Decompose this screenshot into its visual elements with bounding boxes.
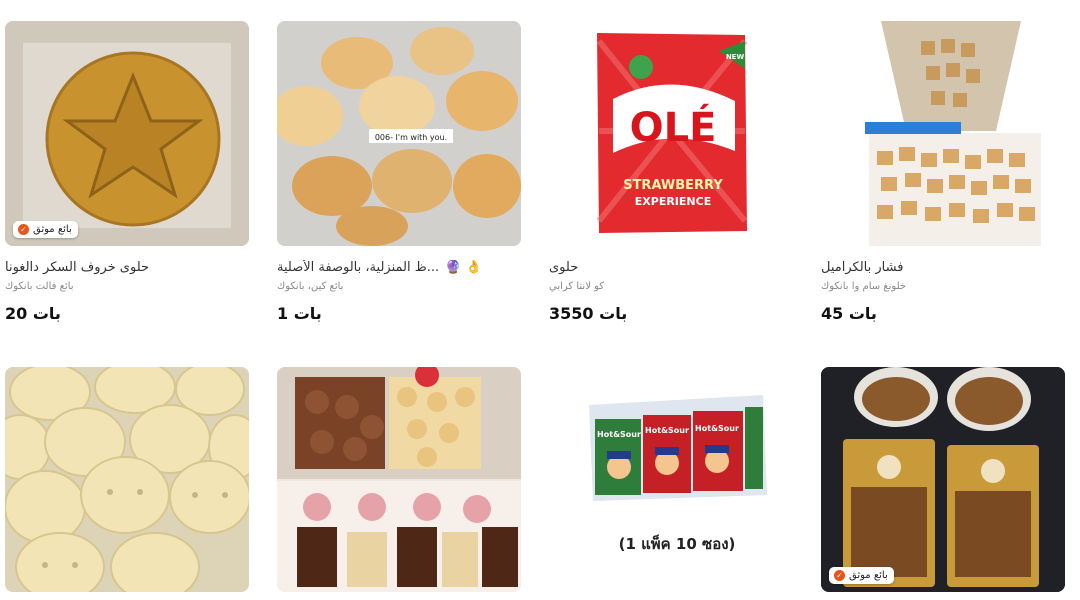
seller-name: كو لانتا كرابي: [549, 281, 605, 292]
product-image[interactable]: 006- I'm with you.: [277, 21, 521, 246]
product-title[interactable]: حلوى: [549, 260, 793, 275]
product-image[interactable]: ✓ بائع موثق: [821, 367, 1065, 592]
product-card[interactable]: فشار بالكراميل خلونغ سام وا بانكوك 45 با…: [821, 21, 1065, 323]
product-price: 45 بات: [821, 304, 877, 323]
product-price: 1 بات: [277, 304, 322, 323]
product-card[interactable]: OLÉ STRAWBERRY EXPERIENCE NEW حلوى كو لا…: [549, 21, 793, 323]
product-price: 3550 بات: [549, 304, 628, 323]
shredded-pork-packs-image: [821, 367, 1065, 592]
product-price: 20 بات: [5, 304, 61, 323]
svg-text:STRAWBERRY: STRAWBERRY: [623, 178, 723, 193]
product-image[interactable]: ✓ بائع موثق: [5, 21, 249, 246]
fortune-note: 006- I'm with you.: [375, 133, 447, 142]
verified-seller-badge: ✓ بائع موثق: [13, 221, 78, 238]
cookie-packs-image: [277, 367, 521, 592]
brand-text: OLÉ: [630, 103, 717, 151]
product-title[interactable]: فشار بالكراميل: [821, 260, 1065, 275]
product-card[interactable]: [277, 367, 521, 592]
product-image[interactable]: [5, 367, 249, 592]
product-title[interactable]: 🔮 👌 ...ظ المنزلية، بالوصفة الأصلية: [277, 260, 521, 275]
product-title[interactable]: حلوى خروف السكر دالغونا: [5, 260, 249, 275]
ole-candy-bag-image: OLÉ STRAWBERRY EXPERIENCE NEW: [549, 21, 793, 246]
character-cookies-image: [5, 367, 249, 592]
seller-name: بائع فالت بانكوك: [5, 281, 74, 292]
svg-text:Hot&Sour: Hot&Sour: [645, 426, 689, 435]
pack-caption: (1 แพ็ค 10 ซอง): [619, 534, 736, 553]
snack-pack-image: Hot&Sour Hot&Sour Hot&Sour (1 แพ็ค 10 ซอ…: [549, 367, 793, 592]
svg-text:NEW: NEW: [726, 53, 745, 61]
emoji-icons: 🔮 👌: [445, 260, 482, 275]
product-card[interactable]: Hot&Sour Hot&Sour Hot&Sour (1 แพ็ค 10 ซอ…: [549, 367, 793, 592]
svg-text:EXPERIENCE: EXPERIENCE: [635, 195, 711, 208]
product-card[interactable]: ✓ بائع موثق: [821, 367, 1065, 592]
check-icon: ✓: [834, 570, 845, 581]
verified-seller-badge: ✓ بائع موثق: [829, 567, 894, 584]
svg-text:Hot&Sour: Hot&Sour: [597, 430, 641, 439]
seller-name: بائع كين، بانكوك: [277, 281, 344, 292]
product-image[interactable]: OLÉ STRAWBERRY EXPERIENCE NEW: [549, 21, 793, 246]
product-card[interactable]: ✓ بائع موثق حلوى خروف السكر دالغونا بائع…: [5, 21, 249, 323]
check-icon: ✓: [18, 224, 29, 235]
product-image[interactable]: [821, 21, 1065, 246]
product-card[interactable]: [5, 367, 249, 592]
product-card[interactable]: 006- I'm with you. 🔮 👌 ...ظ المنزلية، با…: [277, 21, 521, 323]
caramel-snack-image: [821, 21, 1065, 246]
fortune-cookies-image: 006- I'm with you.: [277, 21, 521, 246]
svg-text:Hot&Sour: Hot&Sour: [695, 424, 739, 433]
dalgona-candy-image: [5, 21, 249, 246]
product-image[interactable]: [277, 367, 521, 592]
product-image[interactable]: Hot&Sour Hot&Sour Hot&Sour (1 แพ็ค 10 ซอ…: [549, 367, 793, 592]
seller-name: خلونغ سام وا بانكوك: [821, 281, 907, 292]
